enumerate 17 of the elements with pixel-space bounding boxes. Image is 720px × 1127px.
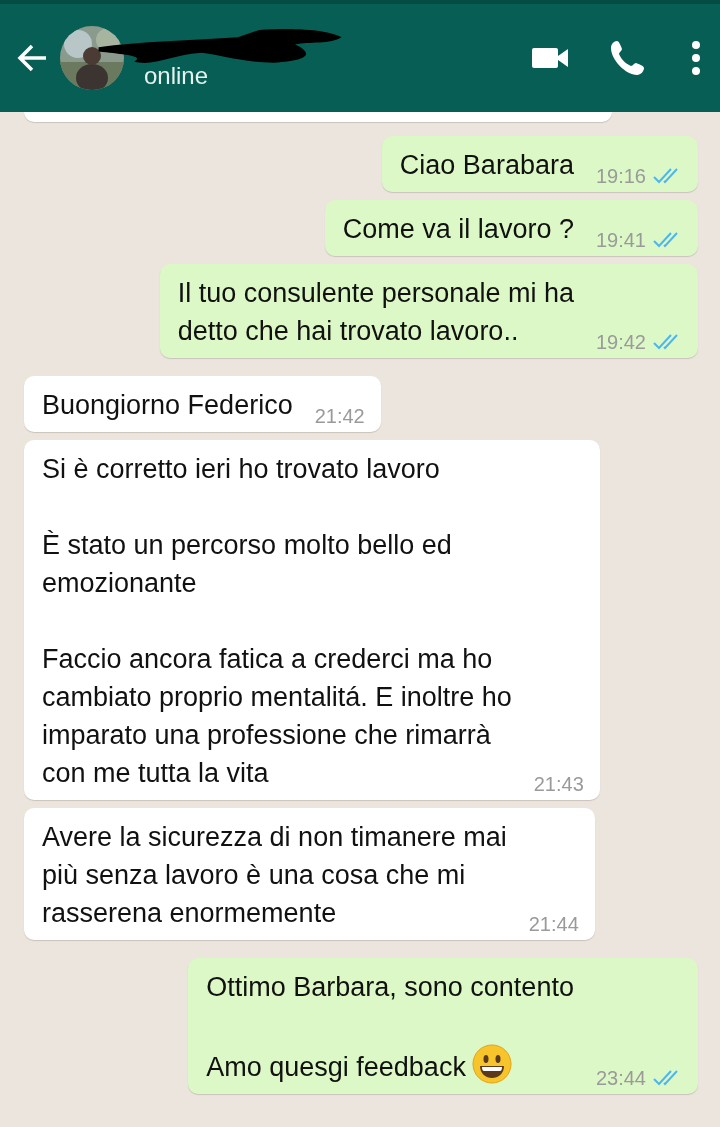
- message-text: Il tuo consulente personale mi ha detto che hai trovato lavoro..: [177, 278, 574, 346]
- message-text: Buongiorno Federico: [42, 390, 293, 420]
- message-time: 21:42: [314, 405, 365, 428]
- message-text: Avere la sicurezza di non timanere mai più senza lavoro è una cosa che mi rasserena enormemente: [42, 822, 507, 928]
- message-text: Ottimo Barbara, sono contento Amo quesgi feedback: [206, 972, 574, 1082]
- contact-status: online: [144, 62, 210, 90]
- message-time: 21:44: [528, 913, 579, 936]
- message-text: Si è corretto ieri ho trovato lavoro È stato un percorso molto bello ed emozionante Faccio ancora fatica a crederci ma ho cambiato proprio mentalitá. E inoltre ho imparato una professione che rimarrà con me tutta la vita: [42, 454, 512, 788]
- more-options-icon[interactable]: [690, 38, 702, 78]
- message-text: Ciao Barabara: [399, 150, 574, 180]
- message-time: 21:43: [533, 773, 584, 796]
- message-time: 19:16: [595, 165, 646, 188]
- message-time: 23:44: [595, 1067, 646, 1090]
- message-time: 19:41: [595, 229, 646, 252]
- message-text: Come va il lavoro ?: [342, 214, 574, 244]
- back-arrow-icon[interactable]: [16, 42, 48, 74]
- message-time: 19:42: [595, 331, 646, 354]
